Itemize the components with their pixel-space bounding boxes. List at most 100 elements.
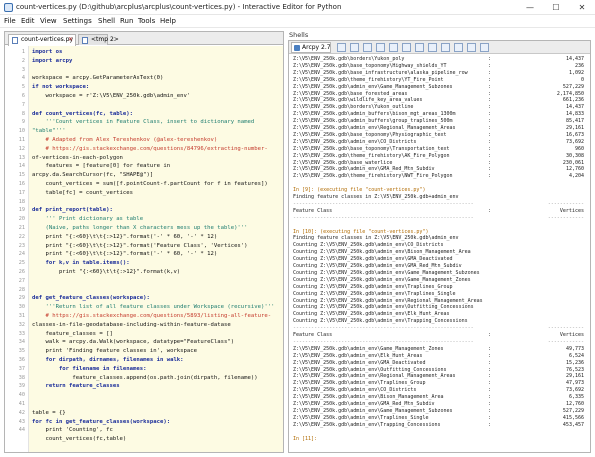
code-line[interactable]: print "{:<60}\t\t{:>12}".format('-' * 60… (29, 233, 283, 241)
code-line[interactable]: import arcpy (29, 57, 283, 65)
cut-icon[interactable] (467, 43, 476, 52)
close-button[interactable]: ✕ (569, 0, 595, 15)
shell-separator: : (488, 111, 492, 118)
shell-line-text: Z:\V5\ENV_250k.gdb\theme_firehistory\AK_… (293, 152, 450, 159)
line-number: 32 (18, 321, 25, 328)
shell-line-value: 15,236 (565, 359, 584, 366)
shell-line-value: Vertices (559, 207, 584, 214)
code-line[interactable] (29, 66, 283, 74)
shell-line-value: 960 (574, 145, 584, 152)
code-line[interactable]: ''' Print dictionary as table (29, 215, 283, 223)
code-line[interactable]: table[fc] = count_vertices (29, 189, 283, 197)
minimize-button[interactable]: — (517, 0, 543, 15)
menu-file[interactable]: File (4, 16, 16, 26)
shell-line-text: Z:\V5\ENV_250k.gdb\base_toponomy\Transpo… (293, 145, 450, 152)
shell-output[interactable]: Z:\V5\ENV_250k.gdb\borders\Yukon_poly 14,… (289, 54, 590, 452)
code-line[interactable]: count_vertices(fc,table) (29, 435, 283, 443)
code-line[interactable]: for filename in filenames: (29, 365, 283, 373)
code-line[interactable]: feature_classes = [] (29, 330, 283, 338)
code-line[interactable]: "table"''' (29, 127, 283, 135)
code-line[interactable]: table = {} (29, 409, 283, 417)
shell-line-value: 4,204 (568, 173, 584, 180)
code-line[interactable]: of-vertices-in-each-polygon (29, 154, 283, 162)
code-line[interactable]: '''Count vertices in Feature Class, inse… (29, 118, 283, 126)
code-line[interactable]: feature_classes.append(os.path.join(dirp… (29, 374, 283, 382)
debug-icon[interactable] (428, 43, 437, 52)
code-line[interactable]: '''Return list of all feature classes un… (29, 303, 283, 311)
shell-line-value: 2,174,850 (556, 90, 584, 97)
code-line[interactable]: # Adapted from Alex Tereshenkov (@alex-t… (29, 136, 283, 144)
close-tab-icon[interactable]: ✕ (68, 35, 73, 45)
save-icon[interactable] (363, 43, 372, 52)
code-line[interactable]: features = [feature[0] for feature in (29, 162, 283, 170)
code-line[interactable]: for k,v in table.items(): (29, 259, 283, 267)
code-line[interactable]: print "{:<60}\t\t{:>12}".format(k,v) (29, 268, 283, 276)
menu-edit[interactable]: Edit (21, 16, 35, 26)
shell-output-line: Z:\V5\ENV_250k.gdb\base_forested_areas 2,… (293, 91, 588, 97)
code-line[interactable]: workspace = arcpy.GetParameterAsText(0) (29, 74, 283, 82)
code-line[interactable] (29, 444, 283, 452)
tab-tmp-2[interactable]: <tmp 2> (78, 34, 119, 45)
copy-icon[interactable] (376, 43, 385, 52)
shell-line-text: Counting Z:\V5\ENV_250k.gdb\admin_env\Ga… (293, 276, 471, 283)
options-icon[interactable] (480, 43, 489, 52)
shell-line-text: Z:\V5\ENV_250k.gdb\base_waterlice (293, 159, 393, 166)
code-line[interactable]: count_vertices = sum([f.pointCount-f.par… (29, 180, 283, 188)
code-line[interactable]: classes-in-file-geodatabase-including-wi… (29, 321, 283, 329)
menu-help[interactable]: Help (160, 16, 176, 26)
menu-shell[interactable]: Shell (98, 16, 115, 26)
shell-output-line: Z:\V5\ENV_250k.gdb\admin_env\Elk_Hunt_Ar… (293, 353, 588, 359)
line-number: 17 (18, 189, 25, 196)
line-number: 11 (18, 137, 25, 143)
code-area[interactable]: import os import arcpy workspace = arcpy.G… (29, 46, 283, 452)
shell-line-value: 73,692 (565, 138, 584, 145)
code-line[interactable]: print 'Counting', fc (29, 426, 283, 434)
code-line[interactable]: # https://gis.stackexchange.com/question… (29, 312, 283, 320)
code-line[interactable]: # https://gis.stackexchange.com/question… (29, 145, 283, 153)
code-line[interactable]: if not workspace: (29, 83, 283, 91)
shell-separator: : (488, 118, 492, 125)
code-line[interactable]: return feature_classes (29, 382, 283, 390)
line-number: 3 (21, 66, 25, 73)
shell-line-text: Z:\V5\ENV_250k.gdb\borders\Yukon_outline (293, 104, 414, 111)
code-line[interactable] (29, 400, 283, 408)
maximize-button[interactable]: ☐ (543, 0, 569, 15)
code-line[interactable]: print 'Finding feature classes in', work… (29, 347, 283, 355)
stop-icon[interactable] (402, 43, 411, 52)
code-line[interactable] (29, 198, 283, 206)
menu-tools[interactable]: Tools (138, 16, 155, 26)
clear-icon[interactable] (454, 43, 463, 52)
code-line[interactable] (29, 277, 283, 285)
shell-line-value: 0 (580, 76, 584, 83)
code-line[interactable]: def get_feature_classes(workspace): (29, 294, 283, 302)
code-line[interactable]: (Naive, paths longer than X characters m… (29, 224, 283, 232)
code-line[interactable]: def count_vertices(fc, table): (29, 110, 283, 118)
code-line[interactable]: workspace = r'Z:\V5\ENV_250k.gdb\admin_e… (29, 92, 283, 100)
shell-separator: : (488, 373, 492, 380)
shell-tab[interactable]: Arcpy 2.7 (291, 42, 331, 53)
code-line[interactable] (29, 101, 283, 109)
menu-settings[interactable]: Settings (63, 16, 92, 26)
tab-count-vertices[interactable]: count-vertices.py ✕ (8, 34, 76, 46)
paste-icon[interactable] (389, 43, 398, 52)
code-line[interactable]: print "{:<60}\t\t{:>12}".format('-' * 60… (29, 250, 283, 258)
code-line[interactable]: def print_report(table): (29, 206, 283, 214)
line-number: 23 (18, 242, 25, 249)
code-line[interactable]: for fc in get_feature_classes(workspace)… (29, 418, 283, 426)
menu-view[interactable]: View (40, 16, 57, 26)
menu-run[interactable]: Run (120, 16, 133, 26)
code-line[interactable]: walk = arcpy.da.Walk(workspace, datatype… (29, 338, 283, 346)
restart-icon[interactable] (415, 43, 424, 52)
code-line[interactable]: for dirpath, dirnames, filenames in walk… (29, 356, 283, 364)
step-icon[interactable] (441, 43, 450, 52)
code-line[interactable] (29, 391, 283, 399)
code-line[interactable]: import os (29, 48, 283, 56)
code-line[interactable]: arcpy.da.SearchCursor(fc, "SHAPE@")] (29, 171, 283, 179)
shell-line-text: Z:\V5\ENV_250k.gdb\base_infrastructure\a… (293, 69, 468, 76)
shell-line-text: In [9]: (executing file "count-vertices.… (293, 187, 426, 194)
code-line[interactable]: print "{:<60}\t\t{:>12}".format('Feature… (29, 242, 283, 250)
open-icon[interactable] (350, 43, 359, 52)
shell-separator: : (488, 394, 492, 401)
code-line[interactable] (29, 286, 283, 294)
new-shell-icon[interactable] (337, 43, 346, 52)
